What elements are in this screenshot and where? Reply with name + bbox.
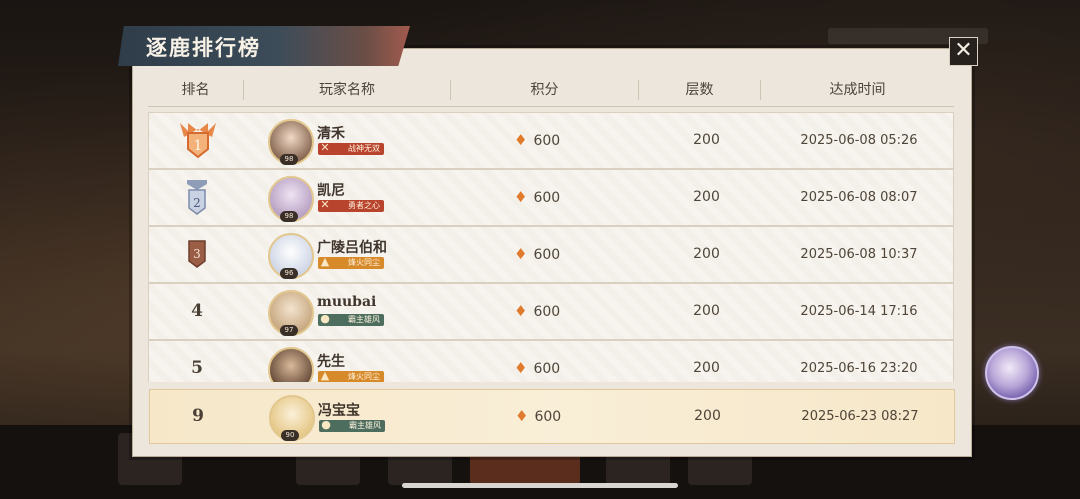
svg-text:2: 2 [193, 196, 201, 210]
player-title-badge: ▲ 烽火同尘 [318, 369, 384, 382]
flame-icon: ♦ [514, 131, 528, 149]
player-title-badge: ● 霸主雄风 [318, 312, 384, 326]
skull-emblem-icon: ● [320, 312, 330, 325]
close-icon: ✕ [954, 38, 973, 63]
column-score: 积分 [530, 82, 559, 98]
floors-value: 200 [693, 189, 720, 205]
floors-value: 200 [693, 360, 720, 376]
level-badge: 97 [280, 325, 298, 336]
crossed-swords-icon: ✕ [320, 141, 330, 154]
leaderboard-list[interactable]: 1 98 清禾 ✕ 战神无双 ♦ 600 200 2025-06-08 05:26… [148, 110, 954, 382]
flame-icon: ♦ [515, 407, 529, 425]
column-floors: 层数 [685, 82, 714, 98]
flame-icon: ♦ [514, 188, 528, 206]
achieved-time: 2025-06-08 10:37 [800, 247, 918, 262]
level-badge: 96 [280, 268, 298, 279]
achieved-time: 2025-06-14 17:16 [800, 304, 918, 319]
table-row[interactable]: 4 97 muubai ● 霸主雄风 ♦ 600 200 2025-06-14 1… [148, 283, 954, 340]
table-header: 排名 玩家名称 积分 层数 达成时间 [148, 74, 954, 107]
player-name: muubai [317, 294, 377, 310]
rank-number: 5 [191, 358, 203, 378]
close-button[interactable]: ✕ [949, 37, 978, 66]
table-row[interactable]: 2 98 凯尼 ✕ 勇者之心 ♦ 600 200 2025-06-08 08:07 [148, 169, 954, 226]
player-title-badge: ● 霸主雄风 [319, 418, 385, 432]
achieved-time: 2025-06-16 23:20 [800, 361, 918, 376]
svg-text:1: 1 [194, 138, 203, 154]
flame-icon: ♦ [514, 245, 528, 263]
table-row[interactable]: 5 先生 ▲ 烽火同尘 ♦ 600 200 2025-06-16 23:20 [148, 340, 954, 382]
score-value: ♦ 600 [514, 302, 561, 320]
home-indicator[interactable] [402, 483, 678, 488]
my-rank-row: 9 90 冯宝宝 ● 霸主雄风 ♦ 600 200 2025-06-23 08:2… [149, 389, 955, 444]
rank-number: 4 [191, 301, 203, 321]
flame-icon: ♦ [514, 302, 528, 320]
table-row[interactable]: 1 98 清禾 ✕ 战神无双 ♦ 600 200 2025-06-08 05:26 [148, 112, 954, 169]
player-title-badge: ▲ 烽火同尘 [318, 255, 384, 269]
crossed-swords-icon: ✕ [320, 198, 330, 211]
column-player-name: 玩家名称 [319, 82, 375, 98]
player-name: 清禾 [317, 126, 345, 142]
player-title-badge: ✕ 勇者之心 [318, 198, 384, 212]
floors-value: 200 [693, 303, 720, 319]
score-value: ♦ 600 [514, 359, 561, 377]
skull-emblem-icon: ● [321, 418, 331, 431]
achieved-time: 2025-06-23 08:27 [801, 409, 919, 424]
avatar[interactable] [268, 347, 314, 382]
rank-silver-badge-icon: 2 [187, 180, 207, 215]
rank-number: 9 [192, 406, 204, 426]
floors-value: 200 [693, 246, 720, 262]
rank-bronze-badge-icon: 3 [188, 240, 206, 268]
floors-value: 200 [694, 408, 721, 424]
flame-icon: ♦ [514, 359, 528, 377]
table-row[interactable]: 3 96 广陵吕伯和 ▲ 烽火同尘 ♦ 600 200 2025-06-08 10… [148, 226, 954, 283]
column-time: 达成时间 [829, 82, 886, 98]
floors-value: 200 [693, 132, 720, 148]
flame-emblem-icon: ▲ [320, 255, 330, 268]
level-badge: 98 [280, 154, 298, 165]
achieved-time: 2025-06-08 08:07 [800, 190, 918, 205]
player-name: 冯宝宝 [318, 403, 360, 419]
achieved-time: 2025-06-08 05:26 [800, 133, 918, 148]
player-name: 先生 [317, 354, 345, 370]
player-title-badge: ✕ 战神无双 [318, 141, 384, 155]
svg-text:3: 3 [193, 247, 201, 261]
score-value: ♦ 600 [514, 188, 561, 206]
column-rank: 排名 [181, 82, 210, 98]
score-value: ♦ 600 [514, 131, 561, 149]
level-badge: 90 [281, 430, 299, 441]
player-name: 广陵吕伯和 [317, 240, 387, 256]
page-title: 逐鹿排行榜 [146, 35, 261, 60]
floating-assistant-avatar[interactable] [985, 346, 1039, 400]
rank-gold-badge-icon: 1 [180, 123, 216, 159]
score-value: ♦ 600 [515, 407, 562, 425]
score-value: ♦ 600 [514, 245, 561, 263]
flame-emblem-icon: ▲ [320, 369, 330, 382]
my-rank-entry[interactable]: 9 90 冯宝宝 ● 霸主雄风 ♦ 600 200 2025-06-23 08:2… [149, 389, 955, 444]
level-badge: 98 [280, 211, 298, 222]
player-name: 凯尼 [317, 183, 345, 199]
